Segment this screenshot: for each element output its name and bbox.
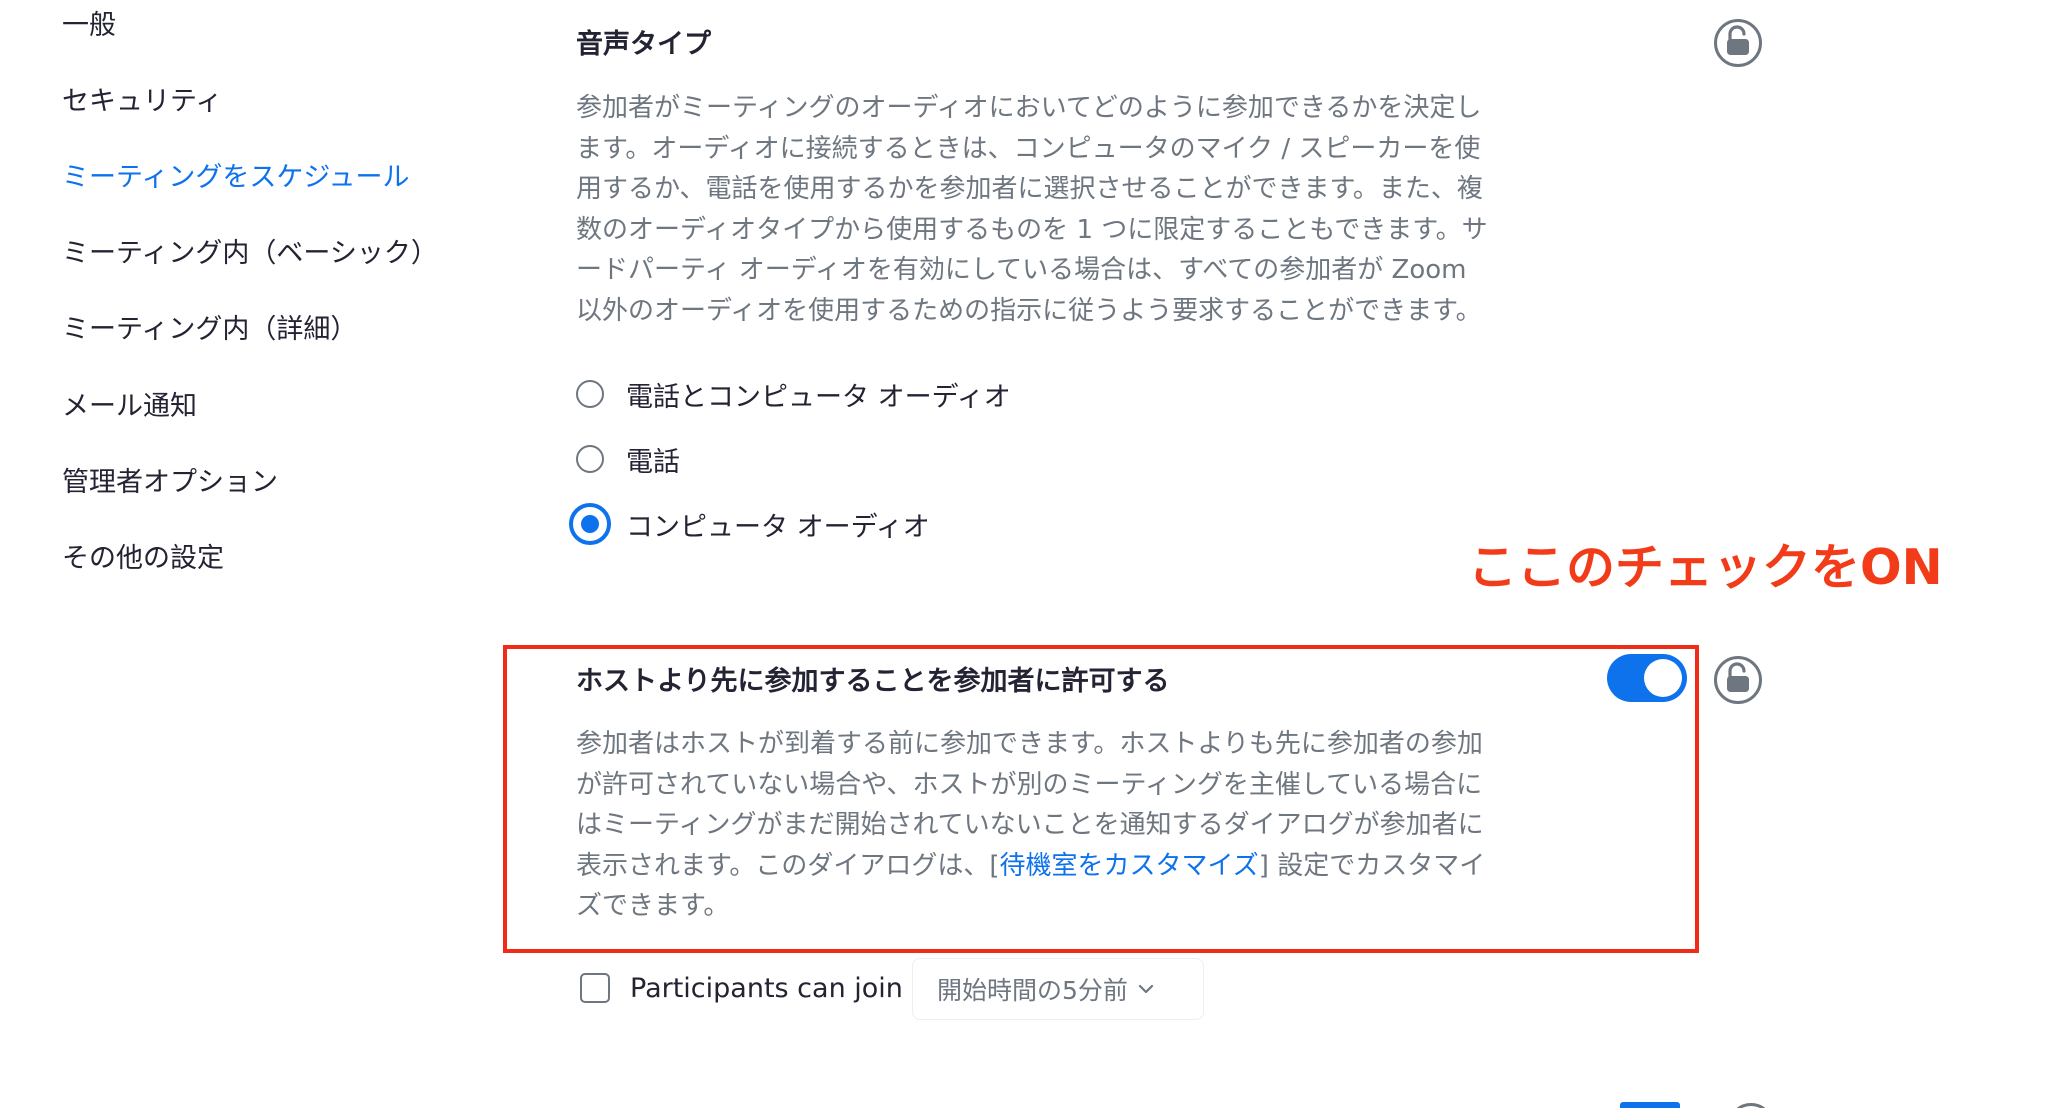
join-time-select[interactable]: 開始時間の5分前: [912, 958, 1204, 1020]
chevron-down-icon: [1138, 984, 1154, 994]
join-time-select-value: 開始時間の5分前: [937, 976, 1128, 1005]
radio-button-selected[interactable]: [569, 503, 611, 545]
sidebar-item-schedule-meeting[interactable]: ミーティングをスケジュール: [62, 160, 410, 196]
settings-page: 一般 セキュリティ ミーティングをスケジュール ミーティング内（ベーシック） ミ…: [0, 0, 2054, 1108]
toggle-knob: [1644, 659, 1682, 697]
radio-label: コンピュータ オーディオ: [626, 511, 930, 543]
join-before-host-description: 参加者はホストが到着する前に参加できます。ホストよりも先に参加者の参加 が許可さ…: [576, 729, 1486, 921]
radio-label: 電話とコンピュータ オーディオ: [626, 381, 1011, 413]
sidebar-item-general[interactable]: 一般: [62, 8, 116, 44]
sidebar-item-in-meeting-basic[interactable]: ミーティング内（ベーシック）: [62, 236, 438, 272]
join-before-host-title: ホストより先に参加することを参加者に許可する: [576, 666, 1170, 697]
audio-type-description: 参加者がミーティングのオーディオにおいてどのように参加できるかを決定し ます。オ…: [576, 93, 1488, 326]
radio-option-phone-and-computer[interactable]: 電話とコンピュータ オーディオ: [576, 374, 1011, 414]
radio-option-computer-audio[interactable]: コンピュータ オーディオ: [569, 503, 930, 545]
unlocked-padlock-icon[interactable]: [1713, 655, 1763, 705]
sidebar-item-in-meeting-advanced[interactable]: ミーティング内（詳細）: [62, 312, 357, 348]
radio-button[interactable]: [576, 445, 604, 473]
sidebar-item-admin-options[interactable]: 管理者オプション: [62, 465, 278, 501]
participants-can-join-label: Participants can join: [630, 972, 903, 1004]
participants-can-join-row: Participants can join: [580, 968, 903, 1008]
sidebar-item-email-notification[interactable]: メール通知: [62, 389, 197, 425]
annotation-callout: ここのチェックをON: [1468, 539, 1943, 596]
audio-type-title: 音声タイプ: [576, 29, 711, 60]
radio-option-phone[interactable]: 電話: [576, 439, 680, 479]
join-before-host-toggle[interactable]: [1607, 654, 1687, 702]
next-toggle-partial: [1620, 1102, 1680, 1108]
sidebar-item-other-settings[interactable]: その他の設定: [62, 541, 224, 577]
customize-waiting-room-link[interactable]: 待機室をカスタマイズ: [1000, 851, 1259, 881]
participants-can-join-checkbox[interactable]: [580, 973, 610, 1003]
unlocked-padlock-icon[interactable]: [1713, 18, 1763, 68]
radio-label: 電話: [626, 446, 680, 478]
radio-button[interactable]: [576, 380, 604, 408]
next-lock-icon-partial: [1728, 1103, 1774, 1108]
sidebar-item-security[interactable]: セキュリティ: [62, 84, 222, 120]
